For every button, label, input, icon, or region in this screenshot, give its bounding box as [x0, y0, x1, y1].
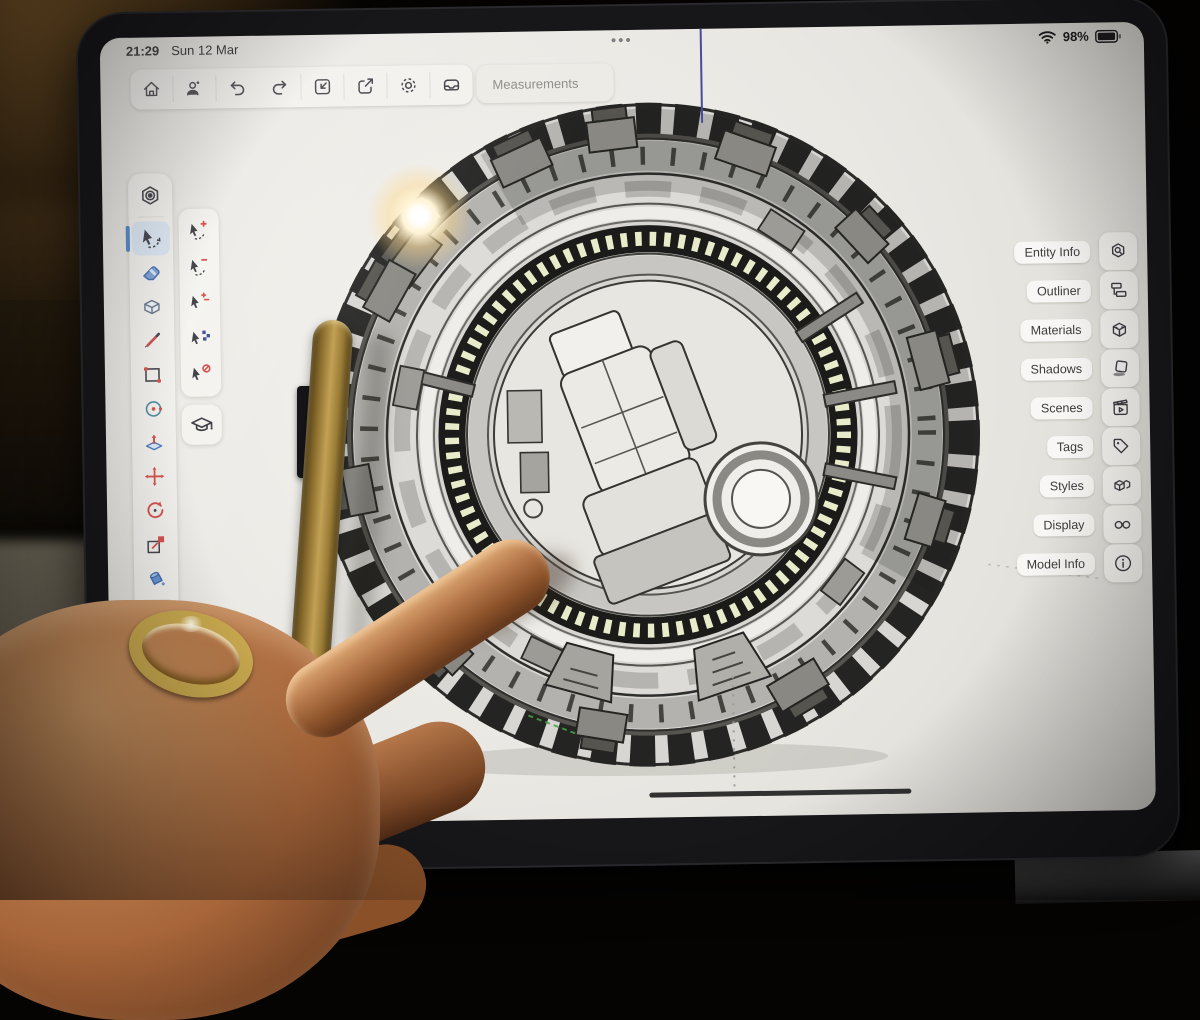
photo-vignette	[0, 0, 1200, 900]
